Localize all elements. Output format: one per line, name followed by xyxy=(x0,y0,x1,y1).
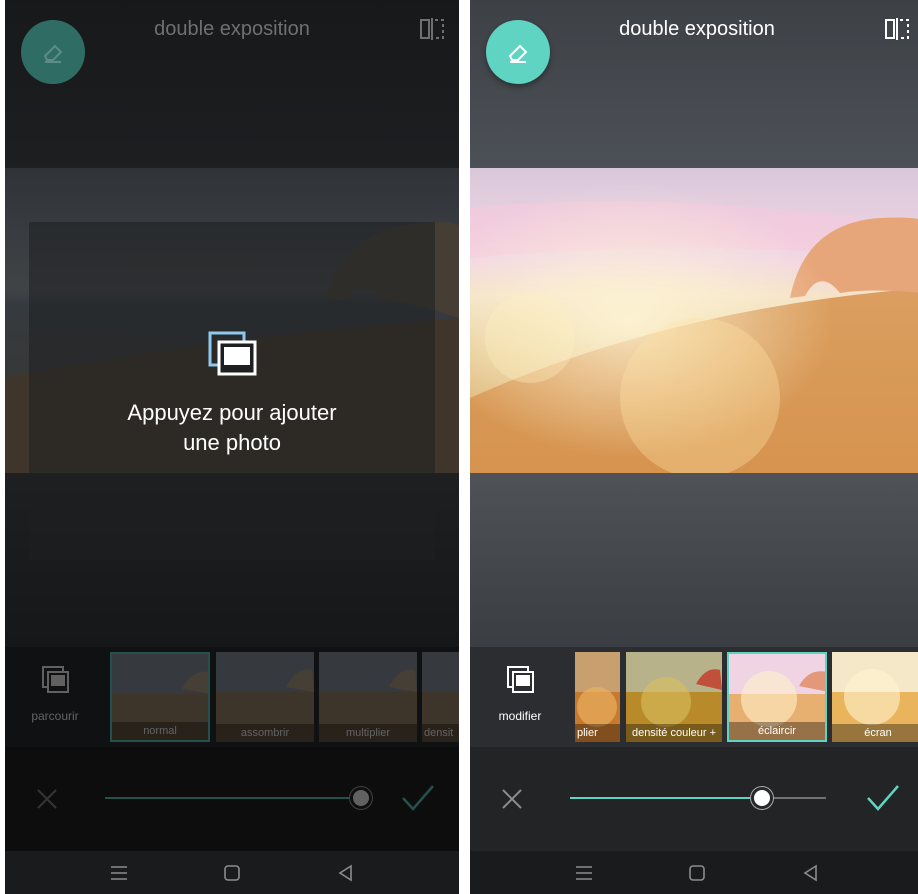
canvas-background xyxy=(470,473,918,647)
photos-stack-icon xyxy=(208,331,257,376)
system-nav-bar xyxy=(5,851,459,894)
add-photo-card[interactable]: Appuyez pour ajouter une photo xyxy=(29,222,435,560)
opacity-slider[interactable] xyxy=(570,787,826,809)
add-photo-text: Appuyez pour ajouter une photo xyxy=(29,398,435,458)
photo-preview xyxy=(470,168,918,473)
slider-fill xyxy=(570,797,762,799)
thumb-label: écran xyxy=(832,724,918,742)
close-icon[interactable] xyxy=(500,787,524,811)
eraser-button[interactable] xyxy=(486,20,550,84)
checkmark-icon[interactable] xyxy=(866,783,900,813)
slider-thumb[interactable] xyxy=(751,787,773,809)
controls-bar xyxy=(470,747,918,851)
menu-icon[interactable] xyxy=(108,862,130,884)
compare-split-icon[interactable] xyxy=(419,18,445,40)
home-icon[interactable] xyxy=(686,862,708,884)
photos-stack-icon xyxy=(507,666,534,693)
blend-thumb-densite-couleur-plus[interactable]: densité couleur + xyxy=(626,652,722,742)
blend-thumb-eclaircir[interactable]: éclaircir xyxy=(727,652,827,742)
eraser-icon xyxy=(43,44,63,63)
thumb-label: plier xyxy=(575,724,620,742)
compare-split-icon[interactable] xyxy=(884,18,910,40)
add-photo-text-line1: Appuyez pour ajouter xyxy=(127,400,337,425)
thumb-label: éclaircir xyxy=(729,722,825,740)
right-phone-screen: double exposition modifier plier densité… xyxy=(470,0,918,894)
menu-icon[interactable] xyxy=(573,862,595,884)
thumb-label: densité couleur + xyxy=(626,724,722,742)
left-phone-screen: parcourir normal assombrir multiplier de… xyxy=(5,0,459,894)
blend-mode-strip: modifier plier densité couleur + éclairc… xyxy=(470,647,918,747)
add-photo-text-line2: une photo xyxy=(183,430,281,455)
home-icon[interactable] xyxy=(221,862,243,884)
back-icon[interactable] xyxy=(800,862,822,884)
back-icon[interactable] xyxy=(335,862,357,884)
modify-button[interactable]: modifier xyxy=(470,647,570,747)
screen-title: double exposition xyxy=(154,18,310,40)
eraser-icon xyxy=(508,44,528,63)
blend-thumb-multiplier[interactable]: plier xyxy=(575,652,620,742)
modify-label: modifier xyxy=(498,709,542,723)
system-nav-bar xyxy=(470,851,918,894)
blend-thumb-ecran[interactable]: écran xyxy=(832,652,918,742)
